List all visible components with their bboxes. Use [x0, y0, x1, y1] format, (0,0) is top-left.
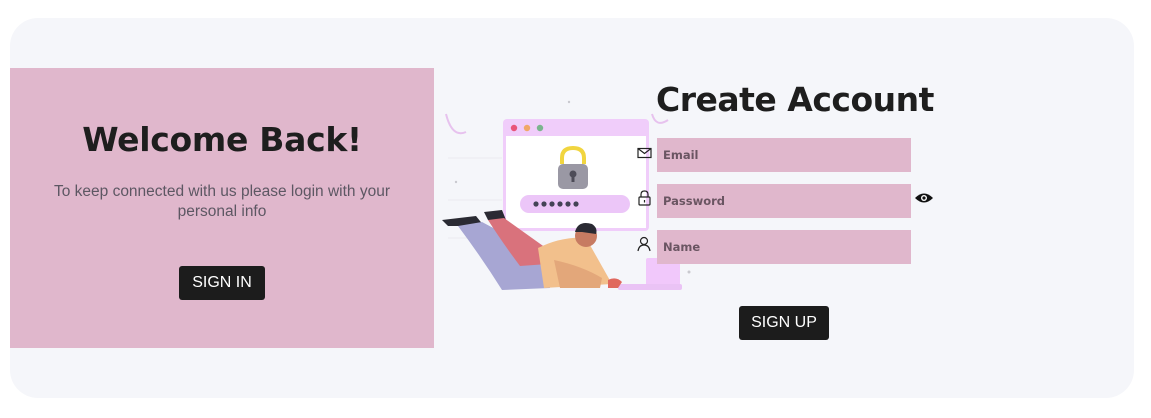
welcome-title: Welcome Back! [82, 120, 362, 159]
user-icon [637, 236, 651, 252]
sign-in-button[interactable]: SIGN IN [179, 266, 265, 300]
name-field[interactable] [657, 230, 911, 264]
email-field[interactable] [657, 138, 911, 172]
sign-up-button[interactable]: SIGN UP [739, 306, 829, 340]
password-field[interactable] [657, 184, 911, 218]
eye-icon[interactable] [914, 191, 934, 205]
envelope-icon [637, 147, 652, 159]
welcome-panel: Welcome Back! To keep connected with us … [10, 68, 434, 348]
create-account-title: Create Account [656, 80, 934, 119]
welcome-message: To keep connected with us please login w… [53, 183, 391, 220]
lock-icon [638, 190, 651, 206]
